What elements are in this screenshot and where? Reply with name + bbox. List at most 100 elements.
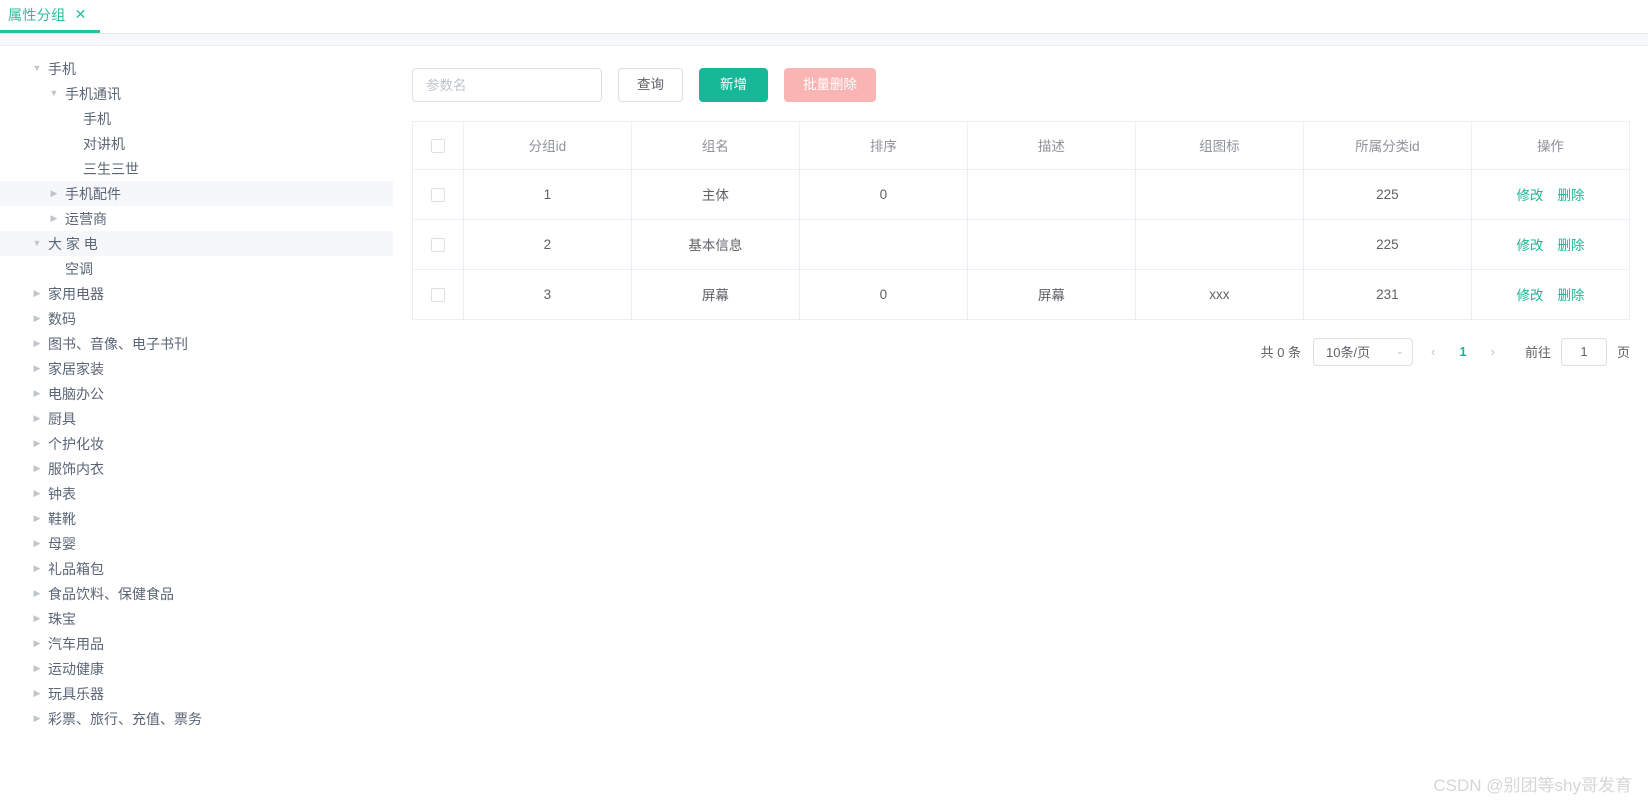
chevron-down-icon[interactable]: ▼ — [28, 239, 46, 248]
chevron-right-icon[interactable]: ▶ — [28, 464, 46, 473]
tree-node[interactable]: ▶ 珠宝 — [0, 606, 393, 631]
page-number-1[interactable]: 1 — [1453, 344, 1472, 359]
main-content: 查询 新增 批量删除 分组id — [394, 46, 1648, 806]
cell-operations: 修改 删除 — [1471, 169, 1629, 220]
tree-node[interactable]: ▶ 服饰内衣 — [0, 456, 393, 481]
chevron-right-icon[interactable]: ▶ — [28, 714, 46, 723]
page-size-value: 10条/页 — [1326, 345, 1371, 360]
tree-node[interactable]: ▶ 礼品箱包 — [0, 556, 393, 581]
chevron-right-icon[interactable]: ▶ — [28, 389, 46, 398]
cell-sort — [799, 219, 968, 270]
chevron-right-icon[interactable]: ▶ — [28, 489, 46, 498]
tree-node[interactable]: ▶ 鞋靴 — [0, 506, 393, 531]
tree-node-label: 手机通讯 — [65, 85, 121, 102]
tree-node-label: 食品饮料、保健食品 — [48, 585, 174, 602]
cell-desc: 屏幕 — [967, 269, 1136, 320]
tree-node[interactable]: ▶ 母婴 — [0, 531, 393, 556]
tree-node[interactable]: ▶ 食品饮料、保健食品 — [0, 581, 393, 606]
tab-attribute-group[interactable]: 属性分组 ✕ — [0, 0, 101, 33]
tree-node-label: 个护化妆 — [48, 435, 104, 452]
cell-group-icon — [1135, 169, 1304, 220]
tree-node[interactable]: ▶ 厨具 — [0, 406, 393, 431]
chevron-right-icon[interactable]: ▶ — [28, 589, 46, 598]
chevron-right-icon[interactable]: ▶ — [28, 339, 46, 348]
tree-node[interactable]: ▶ 彩票、旅行、充值、票务 — [0, 706, 393, 731]
tree-node-label: 厨具 — [48, 410, 76, 427]
select-all-checkbox[interactable] — [430, 138, 445, 153]
chevron-right-icon[interactable]: ▶ — [28, 314, 46, 323]
page-root: 属性分组 ✕ ▼手机▼手机通讯▶手机▶对讲机▶三生三世▶手机配件▶运营商▼大 家… — [0, 0, 1648, 806]
header-category-id: 所属分类id — [1303, 122, 1472, 170]
chevron-right-icon[interactable]: ▶ — [45, 214, 63, 223]
cell-group-id: 2 — [463, 219, 632, 270]
row-checkbox[interactable] — [430, 287, 445, 302]
chevron-right-icon[interactable]: ▶ — [28, 664, 46, 673]
batch-delete-button[interactable]: 批量删除 — [784, 68, 876, 102]
tree-node[interactable]: ▶空调 — [0, 256, 393, 281]
close-icon[interactable]: ✕ — [75, 8, 87, 22]
page-body: ▼手机▼手机通讯▶手机▶对讲机▶三生三世▶手机配件▶运营商▼大 家 电▶空调▶家… — [0, 46, 1648, 806]
tree-node-label: 对讲机 — [83, 135, 125, 152]
chevron-right-icon[interactable]: ▶ — [28, 364, 46, 373]
tree-node[interactable]: ▶对讲机 — [0, 131, 393, 156]
chevron-right-icon[interactable]: ▶ — [28, 639, 46, 648]
add-button[interactable]: 新增 — [699, 68, 768, 102]
tree-node[interactable]: ▶ 数码 — [0, 306, 393, 331]
tree-node[interactable]: ▼ 手机 — [0, 56, 393, 81]
row-select-cell — [413, 219, 464, 270]
query-button[interactable]: 查询 — [618, 68, 683, 102]
chevron-right-icon[interactable]: ▶ — [28, 514, 46, 523]
chevron-down-icon[interactable]: ▼ — [45, 89, 63, 98]
tab-label: 属性分组 — [8, 7, 66, 23]
chevron-down-icon[interactable]: ▼ — [28, 64, 46, 73]
chevron-right-icon[interactable]: ▶ — [28, 414, 46, 423]
table-row: 2 基本信息 225 修改 删除 — [413, 219, 1629, 270]
search-input[interactable] — [412, 68, 602, 102]
select-all-header — [413, 122, 464, 170]
tree-node-label: 手机 — [48, 60, 76, 77]
table-body: 1 主体 0 225 修改 删除 2 基本信息 225 修改 删除 3 屏幕 0 屏幕 xxx 231 修改 删除 — [413, 169, 1629, 320]
edit-link[interactable]: 修改 — [1516, 238, 1543, 253]
tree-node[interactable]: ▶ 个护化妆 — [0, 431, 393, 456]
tree-node[interactable]: ▶手机 — [0, 106, 393, 131]
tree-node[interactable]: ▶ 汽车用品 — [0, 631, 393, 656]
delete-link[interactable]: 删除 — [1557, 288, 1584, 303]
tree-node[interactable]: ▼ 手机通讯 — [0, 81, 393, 106]
cell-group-name: 基本信息 — [631, 219, 800, 270]
edit-link[interactable]: 修改 — [1516, 288, 1543, 303]
row-select-cell — [413, 169, 464, 220]
jump-page-input[interactable] — [1560, 337, 1607, 366]
tree-node[interactable]: ▶ 家用电器 — [0, 281, 393, 306]
tree-node[interactable]: ▼ 大 家 电 — [0, 231, 393, 256]
tree-node[interactable]: ▶ 运动健康 — [0, 656, 393, 681]
edit-link[interactable]: 修改 — [1516, 188, 1543, 203]
chevron-right-icon[interactable]: ▶ — [28, 439, 46, 448]
row-checkbox[interactable] — [430, 187, 445, 202]
tree-node[interactable]: ▶ 手机配件 — [0, 181, 393, 206]
tree-node-label: 汽车用品 — [48, 635, 104, 652]
category-tree-sidebar: ▼手机▼手机通讯▶手机▶对讲机▶三生三世▶手机配件▶运营商▼大 家 电▶空调▶家… — [0, 46, 394, 806]
tree-node[interactable]: ▶ 图书、音像、电子书刊 — [0, 331, 393, 356]
delete-link[interactable]: 删除 — [1557, 238, 1584, 253]
chevron-right-icon[interactable]: ▶ — [45, 189, 63, 198]
tree-node[interactable]: ▶ 钟表 — [0, 481, 393, 506]
row-checkbox[interactable] — [430, 237, 445, 252]
next-page-button[interactable]: › — [1483, 344, 1503, 359]
tree-node[interactable]: ▶ 电脑办公 — [0, 381, 393, 406]
pagination-total: 共 0 条 — [1260, 345, 1302, 360]
tree-node[interactable]: ▶三生三世 — [0, 156, 393, 181]
tree-node[interactable]: ▶ 玩具乐器 — [0, 681, 393, 706]
page-size-select[interactable]: 10条/页 ⌄ — [1313, 337, 1414, 366]
tree-node[interactable]: ▶ 运营商 — [0, 206, 393, 231]
chevron-right-icon[interactable]: ▶ — [28, 564, 46, 573]
chevron-right-icon[interactable]: ▶ — [28, 539, 46, 548]
chevron-right-icon[interactable]: ▶ — [28, 289, 46, 298]
delete-link[interactable]: 删除 — [1557, 188, 1584, 203]
cell-group-id: 1 — [463, 169, 632, 220]
cell-category-id: 231 — [1303, 269, 1472, 320]
chevron-right-icon[interactable]: ▶ — [28, 689, 46, 698]
tree-node[interactable]: ▶ 家居家装 — [0, 356, 393, 381]
chevron-right-icon[interactable]: ▶ — [28, 614, 46, 623]
prev-page-button[interactable]: ‹ — [1423, 344, 1443, 359]
header-desc: 描述 — [967, 122, 1136, 170]
